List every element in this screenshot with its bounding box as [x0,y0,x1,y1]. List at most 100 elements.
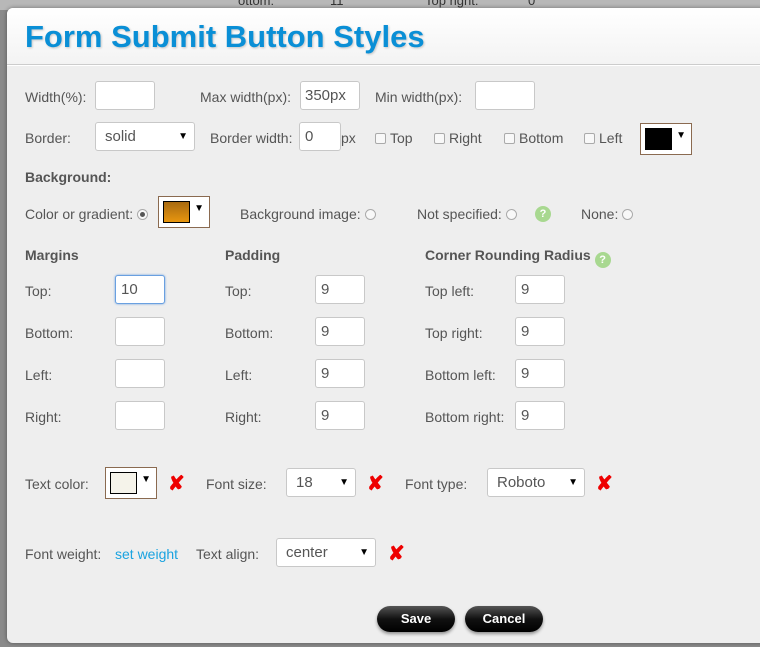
font-size-select[interactable]: 18 ▼ [286,468,356,497]
color-swatch [163,201,190,223]
border-width-unit: px [341,130,356,146]
border-color-picker[interactable]: ▼ [640,123,692,155]
corner-radius-heading: Corner Rounding Radius ? [425,247,611,268]
bg-text: ottom: [238,0,275,8]
corners-input[interactable]: 9 [515,401,565,430]
font-size-label: Font size: [206,476,267,492]
radio-icon [364,209,376,220]
padding-input[interactable]: 9 [315,275,365,304]
radio-icon [622,209,634,220]
checkbox-icon [584,133,595,144]
checkbox-icon [375,133,386,144]
corners-label: Bottom right: [425,409,505,425]
corners-label: Top right: [425,325,483,341]
dropdown-arrow-icon: ▼ [141,474,151,485]
dropdown-arrow-icon: ▼ [568,477,578,488]
heading-text: Corner Rounding Radius [425,247,591,263]
dropdown-arrow-icon: ▼ [178,131,188,142]
not-specified-radio[interactable]: Not specified: [417,206,517,222]
radio-label: Not specified: [417,206,502,222]
border-top-checkbox[interactable]: Top [375,130,413,146]
min-width-label: Min width(px): [375,89,463,105]
border-left-checkbox[interactable]: Left [584,130,622,146]
dialog-title: Form Submit Button Styles [25,19,425,54]
radio-icon [505,209,517,220]
color-gradient-radio[interactable]: Color or gradient: [25,206,149,222]
clear-font-size-icon[interactable]: ✘ [367,471,384,496]
corners-label: Top left: [425,283,475,299]
text-align-label: Text align: [196,546,260,562]
padding-label: Left: [225,367,253,383]
text-color-label: Text color: [25,476,89,492]
padding-input[interactable]: 9 [315,401,365,430]
help-icon[interactable]: ? [594,252,611,268]
margins-label: Bottom: [25,325,74,341]
dropdown-arrow-icon: ▼ [359,547,369,558]
padding-input[interactable]: 9 [315,317,365,346]
dropdown-arrow-icon: ▼ [676,130,686,141]
border-right-checkbox[interactable]: Right [434,130,482,146]
cancel-button[interactable]: Cancel [465,606,543,632]
width-label: Width(%): [25,89,87,105]
bg-text: Top right: [425,0,479,8]
clear-text-color-icon[interactable]: ✘ [168,471,185,496]
dropdown-arrow-icon: ▼ [339,477,349,488]
font-type-label: Font type: [405,476,468,492]
border-style-select[interactable]: solid ▼ [95,122,195,151]
width-input[interactable] [95,81,155,110]
background-color-picker[interactable]: ▼ [158,196,210,228]
border-style-value: solid [105,128,136,145]
font-type-value: Roboto [497,474,546,491]
text-align-select[interactable]: center ▼ [276,538,376,567]
border-width-label: Border width: [210,130,293,146]
padding-input[interactable]: 9 [315,359,365,388]
dropdown-arrow-icon: ▼ [194,203,204,214]
radio-icon [137,209,149,220]
text-color-picker[interactable]: ▼ [105,467,157,499]
checkbox-icon [434,133,445,144]
margins-label: Top: [25,283,52,299]
padding-label: Right: [225,409,262,425]
radio-label: Background image: [240,206,361,222]
margins-input[interactable] [115,359,165,388]
font-type-select[interactable]: Roboto ▼ [487,468,585,497]
set-weight-link[interactable]: set weight [115,546,178,562]
dialog-header: Form Submit Button Styles [7,8,760,65]
background-heading: Background: [25,169,112,185]
min-width-input[interactable] [475,81,535,110]
styles-dialog: Form Submit Button Styles Width(%): Max … [7,8,760,643]
corners-input[interactable]: 9 [515,359,565,388]
border-width-input[interactable]: 0 [299,122,341,151]
corners-input[interactable]: 9 [515,317,565,346]
radio-label: Color or gradient: [25,206,134,222]
border-label: Border: [25,130,71,146]
padding-heading: Padding [225,247,281,263]
checkbox-label: Top [390,130,413,146]
checkbox-label: Bottom [519,130,564,146]
help-icon[interactable]: ? [535,206,551,222]
margins-label: Right: [25,409,62,425]
corners-label: Bottom left: [425,367,496,383]
margins-input[interactable]: 10 [115,275,165,304]
margins-input[interactable] [115,401,165,430]
font-weight-label: Font weight: [25,546,102,562]
padding-label: Bottom: [225,325,274,341]
clear-text-align-icon[interactable]: ✘ [388,541,405,566]
font-size-value: 18 [296,474,313,491]
margins-label: Left: [25,367,53,383]
checkbox-icon [504,133,515,144]
corners-input[interactable]: 9 [515,275,565,304]
checkbox-label: Right [449,130,482,146]
max-width-input[interactable]: 350px [300,81,360,110]
color-swatch [110,472,137,494]
bg-text: 11 [330,0,344,8]
radio-label: None: [581,206,619,222]
clear-font-type-icon[interactable]: ✘ [596,471,613,496]
background-image-radio[interactable]: Background image: [240,206,376,222]
none-radio[interactable]: None: [581,206,634,222]
save-button[interactable]: Save [377,606,455,632]
border-bottom-checkbox[interactable]: Bottom [504,130,563,146]
color-swatch [645,128,672,150]
margins-heading: Margins [25,247,79,263]
margins-input[interactable] [115,317,165,346]
